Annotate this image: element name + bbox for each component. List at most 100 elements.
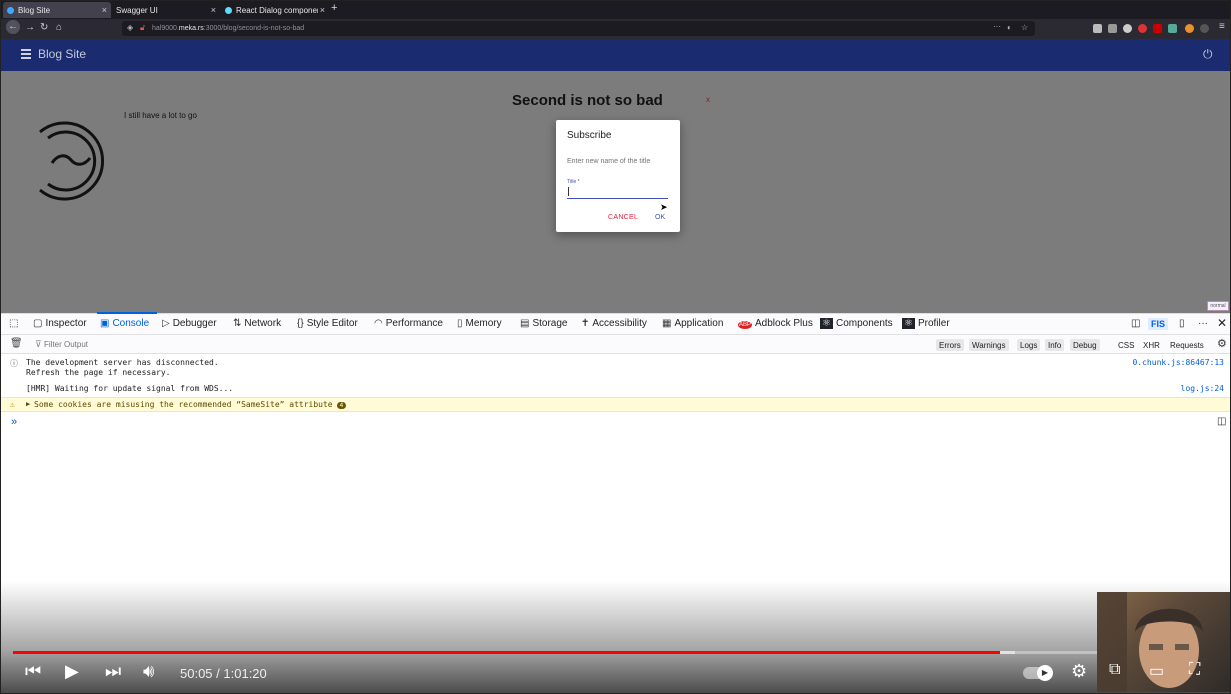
tab-debugger[interactable]: ▷ Debugger bbox=[162, 318, 217, 329]
tab-console[interactable]: ▣ Console bbox=[100, 318, 149, 329]
dialog-title: Subscribe bbox=[567, 130, 612, 141]
filter-css[interactable]: CSS bbox=[1118, 341, 1134, 350]
filter-logs[interactable]: Logs bbox=[1017, 339, 1041, 351]
network-icon: ⇅ bbox=[233, 318, 242, 329]
expand-arrow-icon[interactable]: ▶ bbox=[26, 400, 30, 408]
shield-icon[interactable]: ◈ bbox=[127, 23, 133, 32]
ok-button[interactable]: OK bbox=[655, 214, 665, 221]
browser-tab-blog[interactable]: Blog Site × bbox=[3, 2, 111, 18]
hamburger-menu-icon[interactable] bbox=[21, 49, 31, 59]
filter-xhr[interactable]: XHR bbox=[1143, 341, 1160, 350]
message-text-line2: Refresh the page if necessary. bbox=[26, 368, 171, 377]
tab-profiler[interactable]: ⚛ Profiler bbox=[902, 318, 950, 329]
active-tab-indicator bbox=[97, 312, 157, 314]
element-picker-icon[interactable]: ⬚ bbox=[9, 318, 18, 329]
more-options-icon[interactable]: ··· bbox=[1198, 318, 1208, 329]
title-input[interactable] bbox=[567, 185, 668, 199]
miniplayer-icon[interactable]: ⧉ bbox=[1109, 661, 1120, 679]
filter-requests[interactable]: Requests bbox=[1170, 341, 1204, 350]
home-icon[interactable]: ⌂ bbox=[56, 22, 62, 33]
tab-components[interactable]: ⚛ Components bbox=[820, 318, 893, 329]
library-icon[interactable] bbox=[1093, 24, 1102, 33]
warning-text-wrap: Some cookies are misusing the recommende… bbox=[34, 400, 347, 409]
insecure-lock-icon[interactable]: 🔓︎ bbox=[140, 23, 145, 33]
extension-red-icon[interactable] bbox=[1138, 24, 1147, 33]
console-settings-gear-icon[interactable]: ⚙ bbox=[1217, 337, 1227, 350]
favicon-icon bbox=[7, 6, 14, 14]
close-icon[interactable]: × bbox=[211, 5, 216, 15]
console-icon: ▣ bbox=[100, 318, 110, 329]
tab-label: Blog Site bbox=[18, 5, 51, 15]
devtools-toolbar: ⬚ ▢ Inspector ▣ Console ▷ Debugger ⇅ Network… bbox=[1, 313, 1230, 335]
tab-style-editor[interactable]: {} Style Editor bbox=[297, 318, 358, 329]
react-icon: ⚛ bbox=[820, 318, 833, 329]
adblock-icon[interactable] bbox=[1153, 24, 1162, 33]
tab-performance[interactable]: ◠ Performance bbox=[374, 318, 443, 329]
close-devtools-icon[interactable]: ✕ bbox=[1217, 316, 1227, 330]
message-text: [HMR] Waiting for update signal from WDS… bbox=[26, 384, 234, 393]
autoplay-play-icon: ▶ bbox=[1037, 665, 1053, 681]
filter-icon: ⊽ bbox=[35, 339, 42, 349]
style-editor-icon: {} bbox=[297, 318, 304, 329]
subscribe-dialog: Subscribe Enter new name of the title Ti… bbox=[556, 120, 680, 232]
trash-icon[interactable]: 🗑︎ bbox=[10, 338, 23, 349]
reload-icon[interactable]: ↻ bbox=[40, 22, 48, 33]
browser-tab-swagger[interactable]: Swagger UI × bbox=[112, 2, 220, 18]
back-arrow-icon[interactable]: ← bbox=[6, 20, 20, 34]
cancel-button[interactable]: CANCEL bbox=[608, 214, 638, 221]
sidebar-icon[interactable] bbox=[1108, 24, 1117, 33]
browser-tab-react-dialog[interactable]: React Dialog componen × bbox=[221, 2, 329, 18]
close-icon[interactable]: × bbox=[320, 5, 325, 15]
page-actions-icon[interactable]: ··· bbox=[993, 22, 1001, 31]
console-warning[interactable]: ⚠ ▶ Some cookies are misusing the recomm… bbox=[1, 397, 1230, 412]
warning-icon: ⚠ bbox=[10, 400, 15, 409]
autoplay-toggle[interactable]: ▶ bbox=[1023, 665, 1053, 681]
split-console-icon[interactable]: ◫ bbox=[1131, 318, 1140, 329]
react-profiler-icon: ⚛ bbox=[902, 318, 915, 329]
fis-extension-button[interactable]: FIS bbox=[1148, 318, 1169, 330]
editor-mode-icon[interactable]: ◫ bbox=[1217, 416, 1226, 427]
previous-icon[interactable]: ⏮ bbox=[25, 661, 41, 682]
extension-icon[interactable] bbox=[1123, 24, 1132, 33]
repeat-count-badge: 4 bbox=[336, 402, 347, 409]
application-icon: ▦ bbox=[662, 318, 672, 329]
debugger-icon: ▷ bbox=[162, 318, 170, 329]
filter-errors[interactable]: Errors bbox=[936, 339, 964, 351]
tab-storage[interactable]: ▤ Storage bbox=[520, 318, 567, 329]
filter-warnings[interactable]: Warnings bbox=[969, 339, 1009, 351]
tab-application[interactable]: ▦ Application bbox=[662, 318, 723, 329]
tab-adblock-plus[interactable]: ABP Adblock Plus bbox=[738, 318, 813, 329]
responsive-design-icon[interactable]: ▯ bbox=[1179, 318, 1185, 329]
adblock-plus-icon: ABP bbox=[738, 321, 753, 329]
console-prompt-icon[interactable]: » bbox=[11, 416, 17, 428]
forward-arrow-icon[interactable]: → bbox=[25, 22, 35, 33]
extension-green-icon[interactable] bbox=[1168, 24, 1177, 33]
fullscreen-icon[interactable]: ⛶ bbox=[1189, 661, 1200, 679]
message-source-link[interactable]: log.js:24 bbox=[1181, 384, 1224, 393]
extension-orange-icon[interactable] bbox=[1185, 24, 1194, 33]
filter-output-input[interactable] bbox=[44, 338, 244, 351]
power-icon[interactable]: ⏻ bbox=[1203, 47, 1213, 62]
message-source-link[interactable]: 0.chunk.js:86467:13 bbox=[1132, 358, 1224, 367]
bookmark-star-icon[interactable]: ☆ bbox=[1021, 23, 1028, 32]
extension-gray-icon[interactable] bbox=[1200, 24, 1209, 33]
play-icon[interactable]: ▶ bbox=[65, 661, 79, 682]
filter-debug[interactable]: Debug bbox=[1070, 339, 1100, 351]
settings-gear-icon[interactable]: ⚙ bbox=[1071, 661, 1087, 682]
tab-accessibility[interactable]: ✝ Accessibility bbox=[581, 318, 647, 329]
tab-memory[interactable]: ▯ Memory bbox=[457, 318, 502, 329]
theater-mode-icon[interactable]: ▭ bbox=[1149, 661, 1164, 681]
performance-icon: ◠ bbox=[374, 318, 383, 329]
tab-inspector[interactable]: ▢ Inspector bbox=[33, 318, 87, 329]
delete-post-icon[interactable]: x bbox=[706, 95, 710, 104]
url-bar[interactable]: ◈ 🔓︎ hal9000.meka.rs:3000/blog/second-is… bbox=[122, 21, 1035, 36]
volume-icon[interactable]: 🔊︎ bbox=[143, 661, 154, 682]
message-text: Some cookies are misusing the recommende… bbox=[34, 400, 333, 409]
filter-info[interactable]: Info bbox=[1045, 339, 1065, 351]
next-icon[interactable]: ⏭ bbox=[105, 661, 121, 682]
new-tab-icon[interactable]: + bbox=[331, 2, 337, 14]
menu-icon[interactable]: ≡ bbox=[1219, 21, 1225, 32]
tab-network[interactable]: ⇅ Network bbox=[233, 318, 281, 329]
close-icon[interactable]: × bbox=[102, 5, 107, 15]
pocket-icon[interactable]: ◐ bbox=[1007, 23, 1012, 32]
